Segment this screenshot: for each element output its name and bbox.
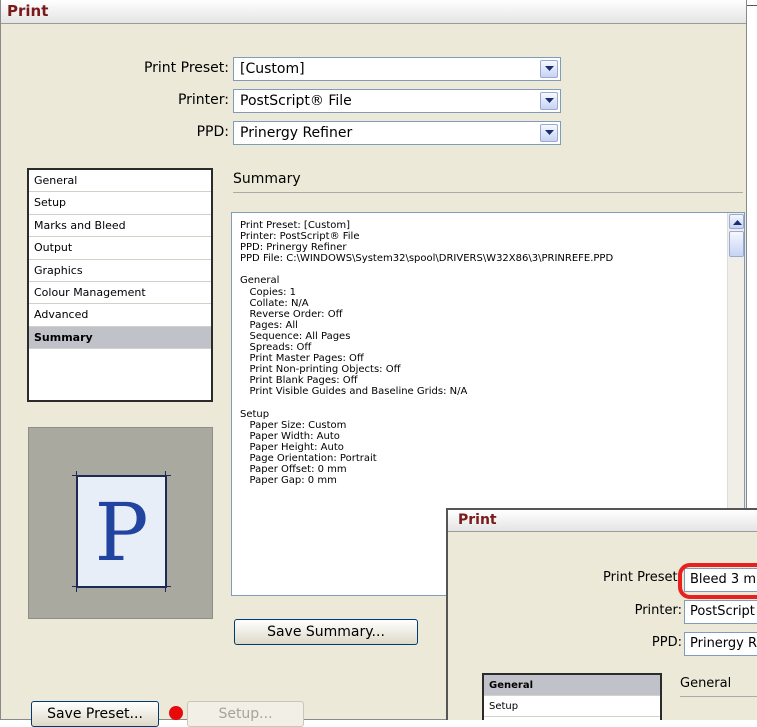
- summary-heading: Summary: [233, 171, 301, 187]
- chevron-down-icon[interactable]: [540, 60, 558, 78]
- dialog-title: Print: [7, 2, 49, 20]
- category-marks-and-bleed[interactable]: Marks and Bleed: [29, 215, 211, 238]
- inset-printer-value: PostScript: [690, 604, 755, 619]
- page-preview: P: [28, 427, 213, 619]
- category-summary[interactable]: Summary: [29, 326, 211, 350]
- inset-ppd-value: Prinergy R: [690, 636, 757, 651]
- inset-section-heading: General: [680, 676, 732, 691]
- ppd-label: PPD:: [196, 124, 229, 140]
- ppd-value: Prinergy Refiner: [240, 125, 353, 141]
- crop-mark: [165, 471, 166, 475]
- inset-printer-dropdown[interactable]: PostScript: [684, 600, 757, 624]
- inset-print-preset-label: Print Preset:: [603, 570, 682, 585]
- category-output[interactable]: Output: [29, 237, 211, 260]
- crop-mark: [72, 586, 76, 587]
- crop-mark: [167, 586, 171, 587]
- inset-print-dialog: Print Print Preset: Bleed 3 m Printer: P…: [446, 508, 757, 720]
- category-setup[interactable]: Setup: [29, 192, 211, 215]
- crop-mark: [167, 475, 171, 476]
- scroll-thumb[interactable]: [729, 231, 744, 257]
- category-graphics[interactable]: Graphics: [29, 260, 211, 282]
- printer-dropdown[interactable]: PostScript® File: [233, 89, 561, 113]
- page-thumbnail: P: [72, 471, 171, 592]
- category-general[interactable]: General: [29, 170, 211, 193]
- category-list: General Setup Marks and Bleed Output Gra…: [27, 168, 213, 402]
- category-colour-management[interactable]: Colour Management: [29, 282, 211, 305]
- printer-value: PostScript® File: [240, 93, 352, 109]
- printer-label: Printer:: [177, 92, 229, 108]
- inset-category-list: General Setup: [482, 673, 662, 720]
- save-preset-button[interactable]: Save Preset...: [31, 701, 159, 727]
- inset-category-setup[interactable]: Setup: [484, 696, 660, 717]
- category-advanced[interactable]: Advanced: [29, 304, 211, 327]
- inset-ppd-label: PPD:: [651, 635, 682, 650]
- chevron-down-icon[interactable]: [540, 124, 558, 142]
- inset-printer-label: Printer:: [634, 603, 682, 618]
- crop-mark: [76, 471, 77, 475]
- inset-title-bar: Print: [448, 510, 757, 532]
- preview-letter: P: [94, 486, 149, 579]
- inset-dialog-title: Print: [458, 512, 497, 528]
- crop-mark: [72, 475, 76, 476]
- scroll-up-icon[interactable]: [729, 214, 744, 229]
- inset-ppd-dropdown[interactable]: Prinergy R: [684, 632, 757, 656]
- chevron-down-icon[interactable]: [540, 92, 558, 110]
- print-preset-value: [Custom]: [240, 61, 305, 77]
- title-bar: Print: [1, 0, 746, 24]
- summary-divider: [233, 192, 743, 193]
- save-summary-button[interactable]: Save Summary...: [234, 619, 418, 645]
- inset-category-general[interactable]: General: [484, 675, 660, 696]
- crop-mark: [76, 588, 77, 592]
- setup-button[interactable]: Setup...: [187, 701, 304, 727]
- print-preset-label: Print Preset:: [143, 60, 229, 76]
- print-preset-dropdown[interactable]: [Custom]: [233, 57, 561, 81]
- ppd-dropdown[interactable]: Prinergy Refiner: [233, 121, 561, 145]
- summary-text: Print Preset: [Custom] Printer: PostScri…: [240, 220, 614, 487]
- highlight-ring: [678, 563, 757, 599]
- inset-divider: [680, 696, 757, 697]
- crop-mark: [165, 588, 166, 592]
- red-dot-marker: [169, 706, 183, 720]
